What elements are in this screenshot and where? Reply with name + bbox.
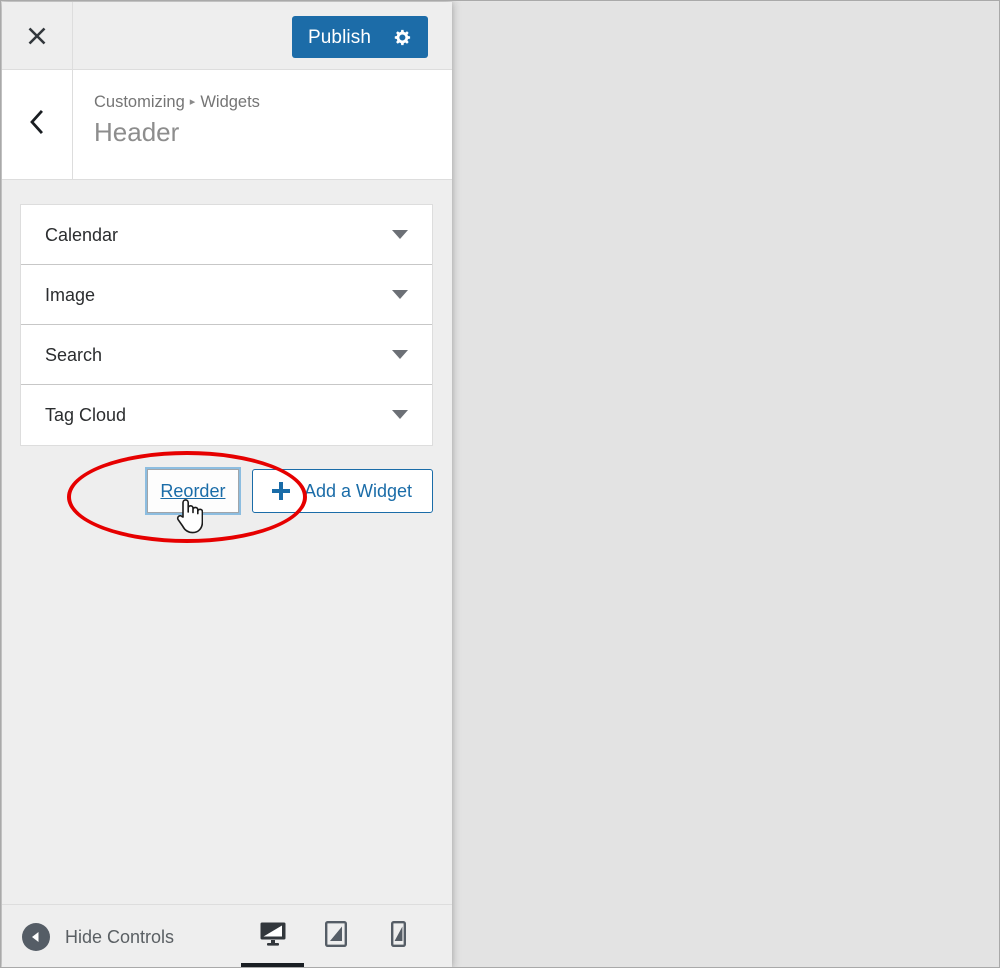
widget-title: Search <box>45 344 103 365</box>
breadcrumb-separator-icon: ▸ <box>189 96 196 108</box>
device-preview-tablet[interactable] <box>304 905 367 967</box>
widget-list: Calendar Image Search Tag Cloud <box>20 204 433 446</box>
device-preview-desktop[interactable] <box>241 905 304 967</box>
customizer-footer: Hide Controls <box>2 904 452 967</box>
tablet-icon <box>324 921 347 952</box>
reorder-button[interactable]: Reorder <box>146 469 239 513</box>
customizer-header: Publish <box>2 2 452 70</box>
widget-row[interactable]: Image <box>21 265 432 325</box>
close-icon <box>26 25 48 47</box>
plus-icon <box>270 480 292 502</box>
customizer-window: Publish Customizing ▸ Widgets Header Cal… <box>0 0 1000 968</box>
page-title: Header <box>94 117 180 148</box>
widget-title: Image <box>45 284 96 305</box>
widget-row[interactable]: Search <box>21 325 432 385</box>
widget-row[interactable]: Tag Cloud <box>21 385 432 445</box>
close-customizer-button[interactable] <box>2 2 73 69</box>
chevron-down-icon[interactable] <box>392 410 408 420</box>
customizer-sidebar: Publish Customizing ▸ Widgets Header Cal… <box>2 2 452 967</box>
device-preview-mobile[interactable] <box>367 905 430 967</box>
reorder-label: Reorder <box>160 481 226 501</box>
mobile-icon <box>391 921 407 952</box>
desktop-icon <box>259 921 287 952</box>
chevron-down-icon[interactable] <box>392 349 408 360</box>
chevron-down-icon[interactable] <box>392 289 408 300</box>
add-a-widget-label: Add a Widget <box>303 481 412 501</box>
breadcrumb-root: Customizing <box>94 93 185 111</box>
site-preview-pane[interactable] <box>456 2 999 967</box>
widget-actions: Reorder Add a Widget <box>20 468 433 514</box>
section-titles: Customizing ▸ Widgets Header <box>94 92 260 149</box>
collapse-arrow-icon <box>22 922 50 951</box>
add-a-widget-button[interactable]: Add a Widget <box>251 469 433 513</box>
section-header: Customizing ▸ Widgets Header <box>2 70 452 180</box>
widget-title: Calendar <box>45 224 119 245</box>
widget-title: Tag Cloud <box>45 405 127 425</box>
publish-button[interactable]: Publish <box>291 16 428 58</box>
device-preview-switcher <box>241 905 430 967</box>
publish-label: Publish <box>307 26 371 48</box>
hide-controls-button[interactable]: Hide Controls <box>22 905 175 967</box>
widget-row[interactable]: Calendar <box>21 205 432 265</box>
chevron-down-icon[interactable] <box>392 229 408 240</box>
breadcrumb: Customizing ▸ Widgets <box>94 92 260 113</box>
chevron-left-icon <box>28 109 46 140</box>
breadcrumb-current: Widgets <box>200 93 260 111</box>
back-button[interactable] <box>2 70 73 179</box>
hide-controls-label: Hide Controls <box>65 926 175 947</box>
gear-icon[interactable] <box>393 28 412 47</box>
